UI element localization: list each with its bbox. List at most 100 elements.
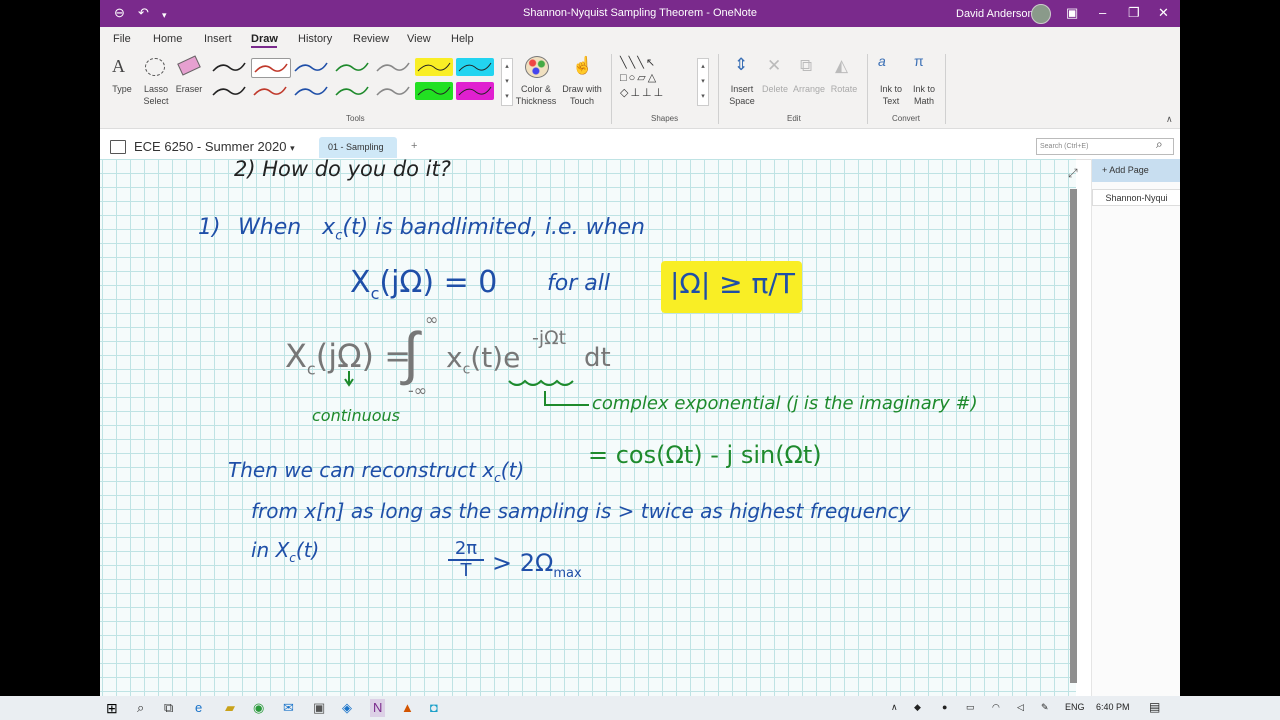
- axis-shapes-icon: ◇⊥⊥⊥: [620, 87, 666, 99]
- search-icon[interactable]: ⌕: [1156, 137, 1163, 152]
- search-icon[interactable]: ⌕: [137, 699, 144, 717]
- pen-swatch[interactable]: [415, 82, 453, 100]
- pages-panel: + Add Page Shannon-Nyqui: [1091, 159, 1180, 696]
- edge-icon[interactable]: e: [195, 699, 202, 717]
- delete-label: Delete: [761, 84, 788, 94]
- pen-swatch[interactable]: [333, 58, 371, 76]
- ink-strokes: [344, 371, 589, 406]
- lasso-label: Lasso Select: [143, 84, 169, 106]
- shapes-gallery[interactable]: ╲╲╲↖ □○▱△ ◇⊥⊥⊥: [620, 56, 704, 104]
- mic-icon[interactable]: ●: [942, 702, 947, 712]
- pen-swatch[interactable]: [333, 82, 371, 100]
- tools-group-label: Tools: [346, 114, 365, 123]
- tab-file[interactable]: File: [113, 33, 131, 45]
- pen-swatch[interactable]: [210, 82, 248, 100]
- shapes-scroll[interactable]: ▴ ▾ ▾: [697, 58, 709, 106]
- windows-start-icon[interactable]: ⊞: [106, 699, 118, 717]
- pen-swatch[interactable]: [456, 82, 494, 100]
- line-shapes-icon: ╲╲╲↖: [620, 57, 658, 69]
- type-cursor-icon: A: [112, 56, 125, 76]
- chevron-down-icon: ▾: [290, 143, 295, 153]
- expand-icon[interactable]: ⤢: [1068, 166, 1078, 181]
- eraser-label: Eraser: [175, 84, 203, 94]
- ink-reconstruct-2: from x[n] as long as the sampling is > t…: [251, 499, 911, 523]
- ink-condition: > 2Ωmax: [492, 549, 582, 581]
- convert-group-label: Convert: [892, 114, 921, 123]
- pen-swatch[interactable]: [251, 58, 291, 78]
- notifications-icon[interactable]: ▤: [1149, 700, 1160, 714]
- user-name[interactable]: David Anderson: [956, 8, 1034, 20]
- ink-complex-exponential: complex exponential (j is the imaginary …: [592, 393, 978, 414]
- title-bar: ⊖ ↶ ▾ Shannon-Nyquist Sampling Theorem -…: [100, 0, 1180, 27]
- ink-fraction: 2π T: [448, 539, 484, 581]
- volume-icon[interactable]: ◁: [1017, 702, 1024, 713]
- pen-swatch[interactable]: [374, 58, 412, 76]
- arrange-icon: ⧉: [800, 56, 813, 75]
- pen-swatch[interactable]: [292, 58, 330, 76]
- page-item[interactable]: Shannon-Nyqui: [1092, 189, 1180, 206]
- close-icon[interactable]: ✕: [1158, 6, 1169, 20]
- draw-touch-label: Draw with Touch: [562, 84, 602, 106]
- file-explorer-icon[interactable]: ▰: [225, 699, 235, 717]
- delete-icon: ✕: [767, 56, 782, 75]
- rotate-icon: ◭: [835, 56, 849, 75]
- type-label: Type: [112, 84, 132, 94]
- search-input[interactable]: Search (Ctrl+E): [1036, 138, 1174, 155]
- chrome-icon[interactable]: ◉: [253, 699, 264, 717]
- edit-group-label: Edit: [787, 114, 801, 123]
- tab-view[interactable]: View: [407, 33, 431, 45]
- vertical-scrollbar[interactable]: [1070, 189, 1077, 683]
- avatar[interactable]: [1031, 4, 1051, 24]
- ink-to-text-label: Ink to Text: [879, 84, 902, 106]
- color-thickness-label: Color & Thickness: [515, 84, 557, 106]
- collapse-ribbon-icon[interactable]: ∧: [1166, 114, 1173, 125]
- fullscreen-icon[interactable]: ▣: [1066, 6, 1078, 20]
- onenote-window: ⊖ ↶ ▾ Shannon-Nyquist Sampling Theorem -…: [100, 0, 1180, 696]
- ink-to-text-icon: a: [878, 53, 886, 69]
- show-hidden-icons[interactable]: ∧: [891, 702, 898, 713]
- restore-icon[interactable]: ❐: [1128, 6, 1140, 20]
- battery-icon[interactable]: ▭: [966, 702, 975, 713]
- pen-swatch[interactable]: [456, 58, 494, 76]
- onenote-icon[interactable]: N: [370, 699, 386, 717]
- lasso-icon: [145, 58, 165, 76]
- mail-icon[interactable]: ✉: [283, 699, 294, 717]
- rotate-label: Rotate: [830, 84, 858, 94]
- eraser-icon: [177, 55, 201, 76]
- vscode-icon[interactable]: ◈: [342, 699, 352, 717]
- tab-insert[interactable]: Insert: [204, 33, 232, 45]
- app-icon[interactable]: ▣: [313, 699, 325, 717]
- palette-icon: [525, 56, 549, 78]
- pen-gallery-scroll[interactable]: ▴ ▾ ▾: [501, 58, 513, 106]
- tab-home[interactable]: Home: [153, 33, 182, 45]
- tab-help[interactable]: Help: [451, 33, 474, 45]
- task-view-icon[interactable]: ⧉: [164, 699, 173, 717]
- app2-icon[interactable]: ◘: [430, 699, 438, 717]
- clock[interactable]: 6:40 PM: [1096, 702, 1130, 712]
- notebook-icon: [110, 140, 126, 154]
- minimize-icon[interactable]: –: [1099, 6, 1106, 20]
- touch-icon: ☝: [572, 56, 594, 75]
- wifi-icon[interactable]: ◠: [992, 702, 1000, 713]
- pen-swatch[interactable]: [251, 82, 289, 100]
- pen-swatch[interactable]: [210, 58, 248, 76]
- tray-app-icon[interactable]: ◆: [914, 702, 921, 713]
- tab-review[interactable]: Review: [353, 33, 389, 45]
- pen-icon[interactable]: ✎: [1041, 702, 1049, 713]
- pen-swatch[interactable]: [292, 82, 330, 100]
- box-shapes-icon: □○▱△: [620, 72, 659, 84]
- tab-draw[interactable]: Draw: [251, 33, 278, 45]
- language-indicator[interactable]: ENG: [1065, 702, 1085, 712]
- add-section-button[interactable]: +: [411, 140, 417, 152]
- shapes-group-label: Shapes: [651, 114, 679, 123]
- notebook-name[interactable]: ECE 6250 - Summer 2020 ▾: [134, 139, 295, 154]
- pen-swatch[interactable]: [415, 58, 453, 76]
- ribbon-divider: [718, 54, 719, 124]
- add-page-button[interactable]: + Add Page: [1092, 159, 1180, 182]
- pen-swatch[interactable]: [374, 82, 412, 100]
- note-canvas[interactable]: 2) How do you do it? 1) When xc(t) is ba…: [100, 157, 1076, 696]
- matlab-icon[interactable]: ▲: [401, 699, 414, 717]
- insert-space-label: Insert Space: [729, 84, 755, 106]
- section-tab-sampling[interactable]: 01 - Sampling: [319, 137, 397, 158]
- tab-history[interactable]: History: [298, 33, 332, 45]
